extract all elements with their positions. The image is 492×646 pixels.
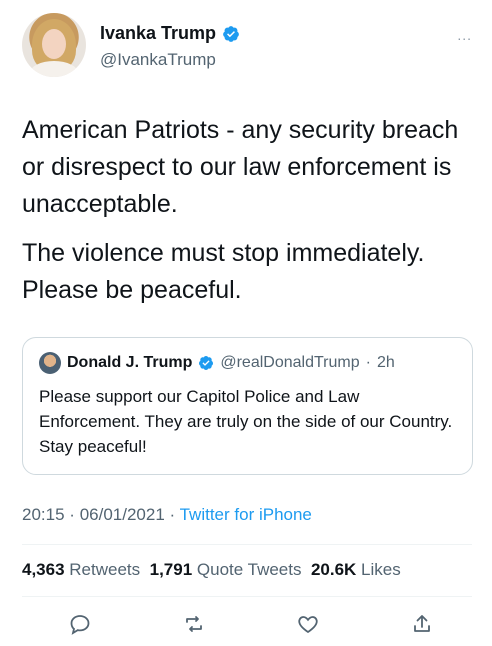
quote-tweets-label: Quote Tweets <box>196 560 302 579</box>
retweet-icon[interactable] <box>182 612 206 636</box>
author-avatar[interactable] <box>22 13 86 77</box>
quoted-author-avatar <box>39 352 61 374</box>
verified-badge-icon <box>222 25 240 43</box>
verified-badge-icon <box>198 355 214 371</box>
quoted-tweet-header: Donald J. Trump @realDonaldTrump · 2h <box>39 352 456 374</box>
meta-separator: · <box>169 505 176 524</box>
retweets-stat[interactable]: 4,363 Retweets <box>22 560 140 579</box>
quoted-tweet-text: Please support our Capitol Police and La… <box>39 387 453 456</box>
more-options-icon[interactable]: ... <box>457 27 472 43</box>
avatar-face <box>42 29 66 59</box>
likes-stat[interactable]: 20.6K Likes <box>311 560 401 579</box>
share-icon[interactable] <box>410 612 434 636</box>
author-handle[interactable]: @IvankaTrump <box>100 50 216 70</box>
divider-bottom <box>22 596 472 597</box>
quoted-separator: · <box>365 354 371 371</box>
quoted-author-handle: @realDonaldTrump <box>220 354 360 371</box>
divider-top <box>22 544 472 545</box>
quoted-author-name: Donald J. Trump <box>67 354 193 371</box>
quoted-tweet[interactable]: Donald J. Trump @realDonaldTrump · 2h Pl… <box>22 337 473 475</box>
tweet-paragraph-1: American Patriots - any security breach … <box>22 116 459 218</box>
tweet-date[interactable]: 06/01/2021 <box>80 505 165 524</box>
tweet-source-link[interactable]: Twitter for iPhone <box>180 505 312 524</box>
reply-icon[interactable] <box>68 612 92 636</box>
tweet-actions <box>22 612 472 636</box>
author-name-row: Ivanka Trump <box>100 23 240 44</box>
meta-separator: · <box>69 505 75 524</box>
quote-tweets-stat[interactable]: 1,791 Quote Tweets <box>150 560 302 579</box>
like-heart-icon[interactable] <box>296 612 320 636</box>
retweets-label: Retweets <box>69 560 141 579</box>
likes-label: Likes <box>361 560 401 579</box>
tweet-header: Ivanka Trump @IvankaTrump ... <box>22 13 472 83</box>
tweet-time[interactable]: 20:15 <box>22 505 65 524</box>
engagement-stats: 4,363 Retweets 1,791 Quote Tweets 20.6K … <box>22 560 401 580</box>
tweet-paragraph-2: The violence must stop immediately. Plea… <box>22 239 425 304</box>
quoted-timestamp: 2h <box>376 354 395 371</box>
likes-count: 20.6K <box>310 560 357 579</box>
quote-tweets-count: 1,791 <box>149 560 193 579</box>
tweet-body: American Patriots - any security breach … <box>22 112 472 321</box>
retweets-count: 4,363 <box>22 560 65 579</box>
author-name[interactable]: Ivanka Trump <box>100 23 216 44</box>
tweet-metadata: 20:15 · 06/01/2021 · Twitter for iPhone <box>22 505 312 525</box>
